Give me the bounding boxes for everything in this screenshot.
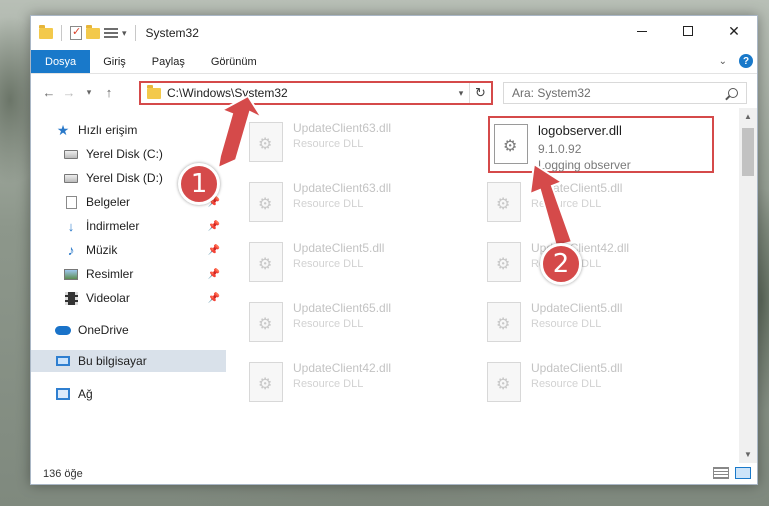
- annotation-arrows: [216, 94, 574, 248]
- step-badge-2: 2: [540, 243, 582, 285]
- arrow-2: [528, 162, 574, 248]
- arrow-1: [216, 94, 265, 170]
- step-badge-1: 1: [178, 163, 220, 205]
